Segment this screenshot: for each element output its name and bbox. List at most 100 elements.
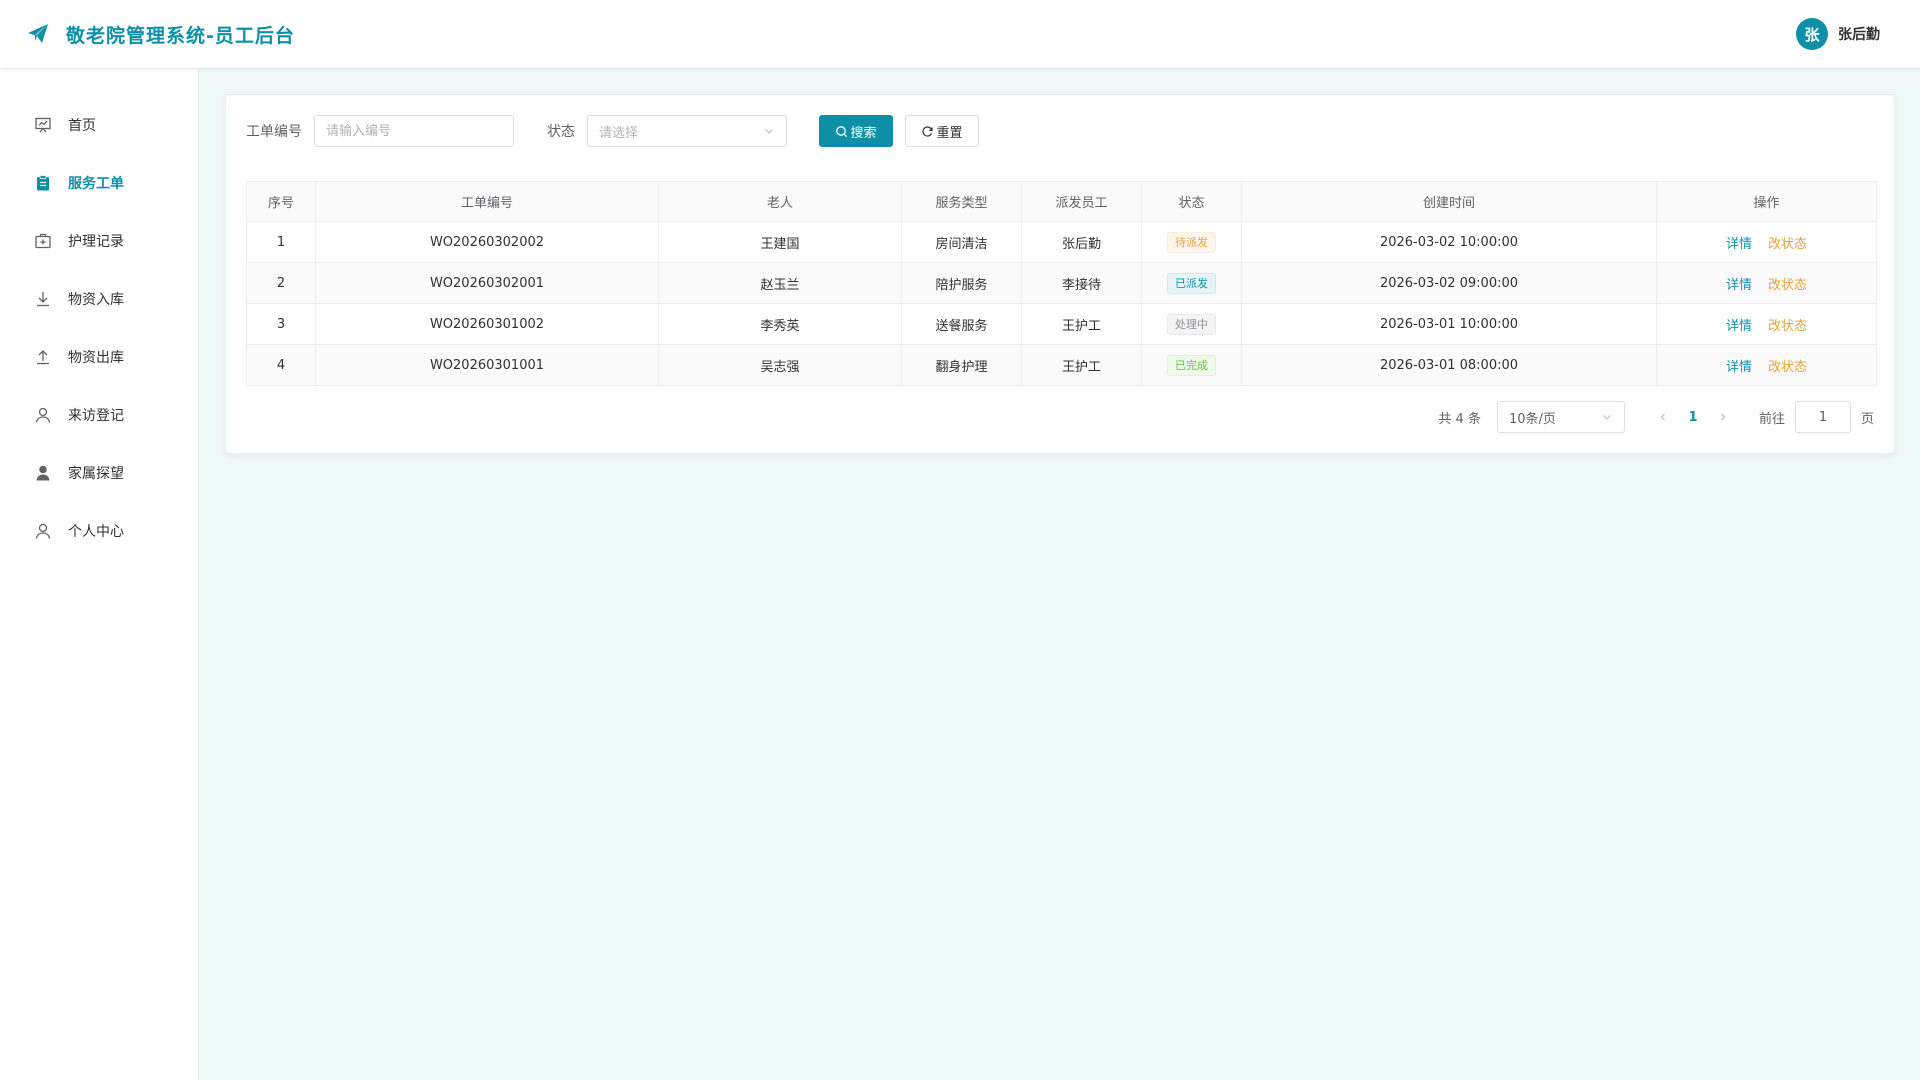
- filter-bar: 工单编号 状态 请选择 搜索 重置: [246, 115, 1866, 147]
- cell-staff: 李接待: [1021, 262, 1142, 304]
- column-header: 工单编号: [315, 181, 659, 222]
- cell-created-time: 2026-03-02 10:00:00: [1241, 221, 1657, 263]
- sidebar-item-label: 护理记录: [68, 234, 124, 250]
- cell-elder: 王建国: [658, 221, 902, 263]
- sidebar-item-care-records[interactable]: 护理记录: [0, 212, 198, 270]
- cell-status: 已派发: [1141, 262, 1242, 304]
- status-badge: 已完成: [1167, 354, 1216, 376]
- user-name[interactable]: 张后勤: [1838, 24, 1880, 44]
- cell-order-no: WO20260301002: [315, 303, 659, 345]
- sidebar-item-profile[interactable]: 个人中心: [0, 502, 198, 560]
- avatar[interactable]: 张: [1796, 18, 1828, 50]
- orders-table: 序号 工单编号 老人 服务类型 派发员工 状态 创建时间 操作 1 WO2026…: [246, 181, 1877, 386]
- reset-button[interactable]: 重置: [905, 115, 979, 147]
- status-select-placeholder: 请选择: [599, 125, 639, 141]
- user-menu[interactable]: 张 张后勤: [1796, 18, 1880, 50]
- order-no-label: 工单编号: [246, 124, 302, 140]
- status-label: 状态: [547, 124, 575, 140]
- cell-actions: 详情 改状态: [1656, 344, 1877, 386]
- chevron-down-icon: [763, 125, 775, 137]
- page-unit-label: 页: [1860, 411, 1874, 427]
- cell-status: 处理中: [1141, 303, 1242, 345]
- cell-created-time: 2026-03-01 10:00:00: [1241, 303, 1657, 345]
- table-row: 3 WO20260301002 李秀英 送餐服务 王护工 处理中 2026-03…: [246, 303, 1877, 345]
- user-icon: [34, 406, 52, 424]
- page-size-value: 10条/页: [1508, 411, 1556, 427]
- cell-staff: 张后勤: [1021, 221, 1142, 263]
- sidebar-item-family-visits[interactable]: 家属探望: [0, 444, 198, 502]
- column-header: 老人: [658, 181, 902, 222]
- column-header: 状态: [1141, 181, 1242, 222]
- service-orders-card: 工单编号 状态 请选择 搜索 重置: [225, 94, 1895, 454]
- status-badge: 待派发: [1167, 231, 1216, 253]
- cell-index: 4: [246, 344, 316, 386]
- sidebar: 首页 服务工单 护理记录 物资入库 物资出库 来访登记 家属探望 个人中心: [0, 69, 199, 1080]
- cell-created-time: 2026-03-01 08:00:00: [1241, 344, 1657, 386]
- detail-link[interactable]: 详情: [1726, 360, 1752, 375]
- page-number-current[interactable]: 1: [1677, 410, 1709, 425]
- order-no-input[interactable]: [314, 115, 514, 147]
- column-header: 序号: [246, 181, 316, 222]
- sidebar-item-label: 服务工单: [68, 176, 124, 192]
- cell-elder: 赵玉兰: [658, 262, 902, 304]
- cell-actions: 详情 改状态: [1656, 221, 1877, 263]
- column-header: 派发员工: [1021, 181, 1142, 222]
- change-status-link[interactable]: 改状态: [1768, 319, 1807, 334]
- cell-service-type: 房间清洁: [901, 221, 1022, 263]
- column-header: 操作: [1656, 181, 1877, 222]
- user-filled-icon: [34, 464, 52, 482]
- goto-page-input[interactable]: [1794, 401, 1851, 433]
- sidebar-item-label: 来访登记: [68, 408, 124, 424]
- sidebar-item-label: 家属探望: [68, 466, 124, 482]
- cell-staff: 王护工: [1021, 344, 1142, 386]
- reset-button-label: 重置: [936, 125, 963, 141]
- pagination: 共 4 条 10条/页 1 前往 页: [1438, 401, 1874, 433]
- cell-order-no: WO20260301001: [315, 344, 659, 386]
- change-status-link[interactable]: 改状态: [1768, 360, 1807, 375]
- cell-service-type: 送餐服务: [901, 303, 1022, 345]
- search-button[interactable]: 搜索: [819, 115, 893, 147]
- sidebar-item-home[interactable]: 首页: [0, 96, 198, 154]
- clipboard-icon: [34, 174, 52, 192]
- sidebar-item-stock-out[interactable]: 物资出库: [0, 328, 198, 386]
- sidebar-item-visitor-registration[interactable]: 来访登记: [0, 386, 198, 444]
- sidebar-item-label: 物资出库: [68, 350, 124, 366]
- app-title: 敬老院管理系统-员工后台: [66, 24, 295, 47]
- cell-actions: 详情 改状态: [1656, 303, 1877, 345]
- sidebar-item-label: 个人中心: [68, 524, 124, 540]
- change-status-link[interactable]: 改状态: [1768, 237, 1807, 252]
- cell-created-time: 2026-03-02 09:00:00: [1241, 262, 1657, 304]
- sidebar-item-label: 首页: [68, 118, 96, 134]
- cell-staff: 王护工: [1021, 303, 1142, 345]
- detail-link[interactable]: 详情: [1726, 319, 1752, 334]
- cell-index: 3: [246, 303, 316, 345]
- status-badge: 已派发: [1167, 272, 1216, 294]
- table-row: 2 WO20260302001 赵玉兰 陪护服务 李接待 已派发 2026-03…: [246, 262, 1877, 304]
- table-row: 4 WO20260301001 吴志强 翻身护理 王护工 已完成 2026-03…: [246, 344, 1877, 386]
- cell-elder: 李秀英: [658, 303, 902, 345]
- next-page-button[interactable]: [1709, 403, 1737, 431]
- status-select[interactable]: 请选择: [587, 115, 787, 147]
- chevron-right-icon: [1721, 413, 1726, 421]
- cell-order-no: WO20260302002: [315, 221, 659, 263]
- change-status-link[interactable]: 改状态: [1768, 278, 1807, 293]
- sidebar-item-stock-in[interactable]: 物资入库: [0, 270, 198, 328]
- detail-link[interactable]: 详情: [1726, 237, 1752, 252]
- table-header-row: 序号 工单编号 老人 服务类型 派发员工 状态 创建时间 操作: [246, 181, 1877, 222]
- chevron-left-icon: [1660, 413, 1665, 421]
- sidebar-item-service-orders[interactable]: 服务工单: [0, 154, 198, 212]
- cell-status: 待派发: [1141, 221, 1242, 263]
- column-header: 服务类型: [901, 181, 1022, 222]
- upload-icon: [34, 348, 52, 366]
- page-size-select[interactable]: 10条/页: [1496, 401, 1625, 433]
- pagination-total: 共 4 条: [1438, 411, 1481, 427]
- refresh-icon: [921, 125, 934, 138]
- cell-status: 已完成: [1141, 344, 1242, 386]
- prev-page-button[interactable]: [1649, 403, 1677, 431]
- brand: 敬老院管理系统-员工后台: [26, 21, 295, 48]
- paper-plane-icon: [26, 22, 50, 46]
- cell-index: 1: [246, 221, 316, 263]
- status-badge: 处理中: [1167, 313, 1216, 335]
- dashboard-icon: [34, 116, 52, 134]
- detail-link[interactable]: 详情: [1726, 278, 1752, 293]
